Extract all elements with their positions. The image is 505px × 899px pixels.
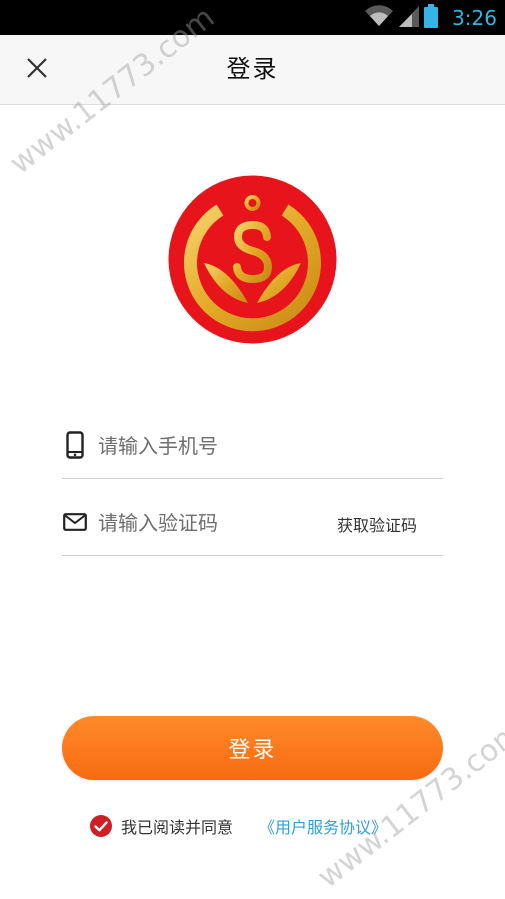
app-logo [168,175,337,344]
phone-input[interactable] [98,428,348,464]
dollar-coin-logo [168,175,337,344]
app-header: 登录 [0,35,505,105]
login-screen: 3:26 登录 请输入手机号 请输入验证码 获取验证码 登录 我已阅读并同意 《… [0,0,505,899]
user-agreement-link[interactable]: 《用户服务协议》 [259,814,387,838]
verification-code-input[interactable] [98,505,348,541]
signal-icon [398,4,420,32]
status-bar: 3:26 [0,0,505,35]
wifi-icon [364,4,394,32]
status-time: 3:26 [452,5,497,30]
page-title: 登录 [226,55,279,83]
mail-icon [62,507,88,537]
status-icons: 3:26 [364,0,505,35]
get-code-button[interactable]: 获取验证码 [337,512,417,536]
agreement-text: 我已阅读并同意 [121,818,234,837]
phone-field [62,418,443,479]
login-button[interactable]: 登录 [62,716,443,780]
phone-icon [62,430,88,460]
agreement-row: 我已阅读并同意 《用户服务协议》 [90,813,387,839]
check-icon [90,815,112,837]
agree-checkbox[interactable] [90,815,112,837]
verification-code-field: 获取验证码 [62,495,443,556]
battery-icon [424,3,439,32]
